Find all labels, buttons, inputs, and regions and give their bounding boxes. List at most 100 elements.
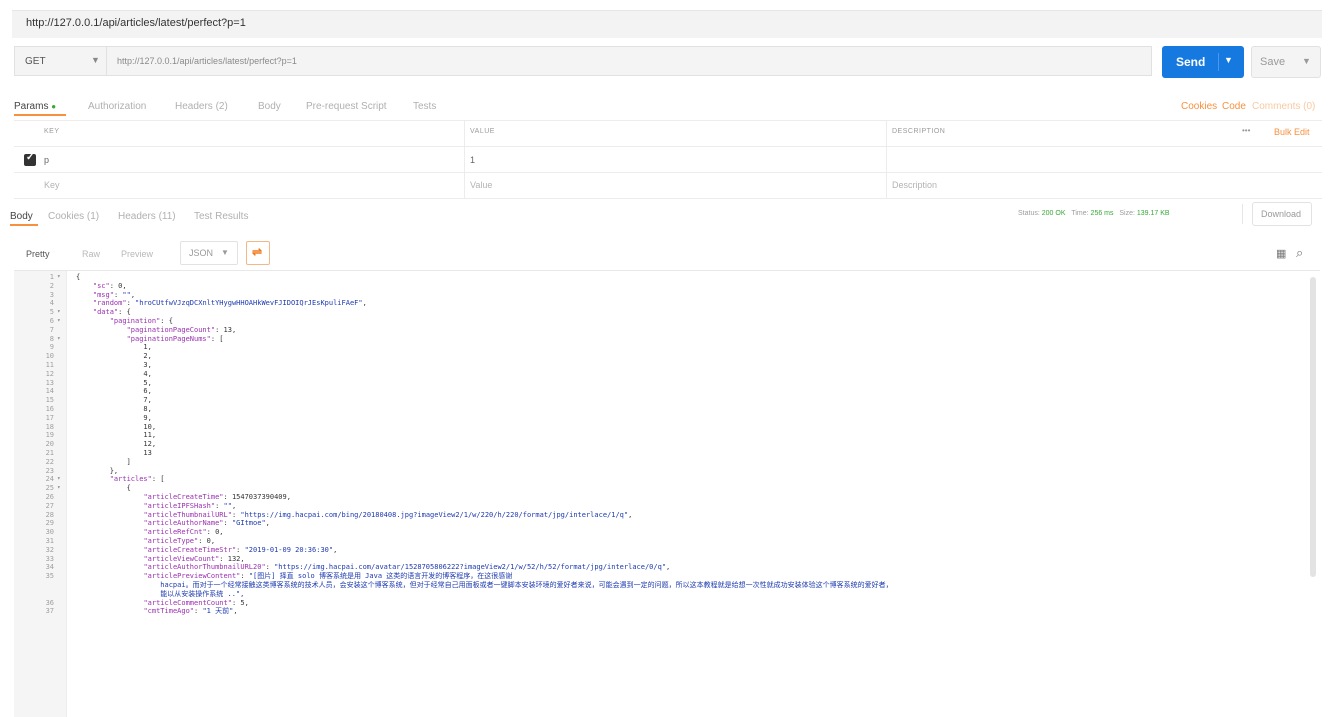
code-line: "msg": "",: [92, 290, 136, 299]
tab-pre-request-script[interactable]: Pre-request Script: [306, 101, 387, 112]
fold-toggle-icon[interactable]: ▾: [57, 308, 61, 317]
preview-tab[interactable]: Preview: [121, 249, 153, 259]
param-value[interactable]: 1: [470, 155, 475, 165]
fold-toggle-icon[interactable]: ▾: [57, 335, 61, 344]
fold-toggle-icon[interactable]: ▾: [57, 273, 61, 282]
code-line: {: [76, 484, 131, 493]
search-icon[interactable]: ⌕: [1296, 245, 1303, 261]
comments-link[interactable]: Comments (0): [1252, 101, 1315, 112]
line-number: 13: [45, 378, 54, 387]
code-line: "articles": [: [109, 475, 165, 484]
bulk-edit-link[interactable]: Bulk Edit: [1274, 127, 1310, 137]
cookies-link[interactable]: Cookies: [1181, 101, 1217, 112]
code-line: {: [76, 273, 81, 281]
copy-icon[interactable]: ▦: [1276, 247, 1286, 260]
line-number: 11: [45, 361, 54, 369]
line-number: 3: [49, 290, 54, 299]
code-line: "articleCreateTimeStr": "2019-01-09 20:3…: [143, 545, 338, 554]
fold-toggle-icon[interactable]: ▾: [57, 475, 61, 484]
code-line: "articlePreviewContent": "[图片] 择直 solo 博…: [143, 572, 513, 581]
send-dropdown-icon[interactable]: ▼: [1224, 55, 1233, 65]
line-number: 31: [45, 537, 54, 545]
code-line: "articleAuthorThumbnailURL20": "https://…: [143, 563, 671, 572]
editor-scrollbar[interactable]: [1310, 277, 1316, 577]
param-checkbox[interactable]: ✓: [24, 152, 36, 166]
line-number: 19: [45, 431, 54, 440]
line-number: 12: [45, 369, 54, 378]
download-button[interactable]: Download: [1252, 202, 1312, 226]
raw-tab[interactable]: Raw: [82, 249, 100, 259]
download-label: Download: [1261, 209, 1302, 219]
col-header-description: DESCRIPTION: [892, 128, 946, 135]
code-line: hacpai。而对于一个经常接触这类博客系统的技术人员，会安装这个博客系统，但对…: [76, 581, 893, 589]
line-number: 8: [49, 334, 54, 343]
wrap-lines-icon[interactable]: ⇌: [246, 241, 270, 265]
param-key[interactable]: p: [44, 155, 49, 165]
chevron-down-icon: ▼: [221, 248, 229, 257]
url-input[interactable]: [106, 46, 1152, 76]
code-line: 能以从安装操作系统 ..",: [76, 589, 245, 598]
line-number: 34: [45, 563, 54, 572]
active-response-tab-indicator: [10, 224, 38, 226]
pretty-tab[interactable]: Pretty: [26, 249, 50, 259]
line-number: 6: [49, 317, 54, 325]
code-link[interactable]: Code: [1222, 101, 1246, 112]
code-line: 5,: [76, 378, 152, 387]
code-line: 2,: [76, 352, 152, 361]
params-table: KEY VALUE DESCRIPTION ••• Bulk Edit ✓ p …: [14, 120, 1322, 199]
line-number: 28: [45, 510, 54, 519]
tab-tests[interactable]: Tests: [413, 101, 436, 112]
divider: [1242, 204, 1243, 224]
line-number: 24: [45, 475, 54, 484]
code-line: "paginationPageCount": 13,: [126, 325, 237, 334]
fold-toggle-icon[interactable]: ▾: [57, 484, 61, 493]
status-info: Status: 200 OK Time: 256 ms Size: 139.17…: [1018, 210, 1170, 217]
col-header-value: VALUE: [470, 128, 495, 135]
code-line: "data": {: [92, 308, 131, 317]
tab-authorization[interactable]: Authorization: [88, 101, 146, 112]
code-line: 4,: [76, 369, 152, 378]
line-number: 22: [45, 457, 54, 466]
response-body-editor[interactable]: 1 ▾{2 "sc": 0, 3 "msg": "", 4 "random": "hr…: [14, 270, 1320, 717]
code-line: "cmtTimeAgo": "1 天前",: [143, 607, 238, 616]
new-description-placeholder[interactable]: Description: [892, 180, 937, 190]
more-options-icon[interactable]: •••: [1242, 126, 1250, 135]
code-line: 8,: [76, 405, 152, 413]
save-button[interactable]: Save ▼: [1251, 46, 1321, 78]
code-line: "articleAuthorName": "GItmoe",: [143, 519, 270, 528]
new-key-placeholder[interactable]: Key: [44, 180, 60, 190]
new-value-placeholder[interactable]: Value: [470, 180, 492, 190]
response-tab-cookies[interactable]: Cookies (1): [48, 211, 99, 222]
chevron-down-icon[interactable]: ▼: [1302, 56, 1311, 66]
line-number: [14, 590, 54, 599]
line-number: 20: [45, 440, 54, 449]
language-select[interactable]: JSON ▼: [180, 241, 238, 265]
line-number: 4: [49, 299, 54, 308]
line-number: 35: [45, 572, 54, 581]
response-tab-test-results[interactable]: Test Results: [194, 211, 248, 222]
tab-body[interactable]: Body: [258, 101, 281, 112]
line-number: 37: [45, 607, 54, 616]
response-tab-headers[interactable]: Headers (11): [118, 211, 176, 222]
line-number: 15: [45, 396, 54, 405]
check-icon: ✓: [26, 152, 35, 163]
col-header-key: KEY: [44, 128, 60, 135]
line-number: 32: [45, 545, 54, 554]
request-tab[interactable]: http://127.0.0.1/api/articles/latest/per…: [12, 10, 1322, 38]
method-label: GET: [25, 56, 46, 67]
send-button[interactable]: Send ▼: [1162, 46, 1244, 78]
code-line: 6,: [76, 387, 152, 396]
code-line: "articleType": 0,: [143, 537, 216, 545]
fold-toggle-icon[interactable]: ▾: [57, 317, 61, 326]
tab-headers[interactable]: Headers (2): [175, 101, 228, 112]
status-value: 200 OK: [1041, 210, 1066, 217]
tab-params[interactable]: Params ●: [14, 101, 56, 112]
code-line: 11,: [76, 431, 157, 440]
line-number: 27: [45, 501, 54, 510]
size-value: 139.17 KB: [1136, 210, 1170, 217]
line-number: 18: [45, 422, 54, 431]
line-number: 5: [49, 308, 54, 317]
response-tab-body[interactable]: Body: [10, 211, 33, 222]
line-number: 29: [45, 519, 54, 528]
method-select[interactable]: GET ▼: [14, 46, 106, 76]
